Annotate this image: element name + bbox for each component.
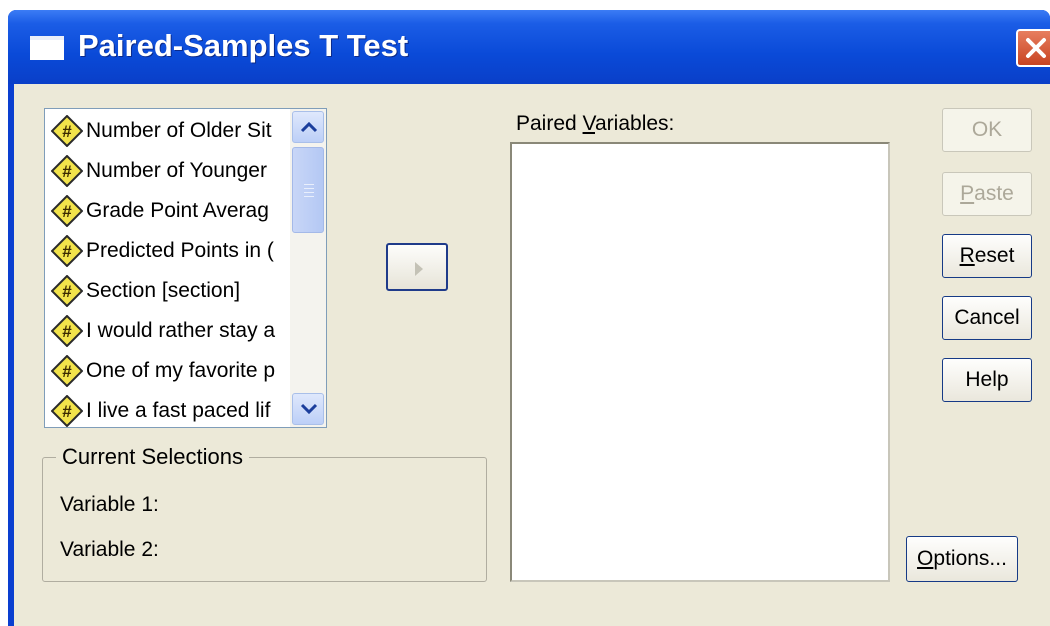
chevron-up-icon	[300, 121, 318, 133]
arrow-right-icon	[415, 262, 423, 276]
window-title: Paired-Samples T Test	[78, 28, 409, 63]
numeric-variable-icon: #	[51, 235, 83, 267]
svg-text:#: #	[62, 162, 72, 181]
variable-list-item-label: One of my favorite p	[86, 359, 276, 382]
variable-list-item-label: Number of Older Sit	[86, 119, 272, 142]
cancel-button[interactable]: Cancel	[942, 296, 1032, 340]
move-to-paired-button[interactable]	[386, 243, 448, 291]
scroll-down-button[interactable]	[292, 393, 324, 425]
close-icon	[1026, 38, 1046, 58]
variable-list-item[interactable]: # Section [section]	[45, 271, 290, 311]
svg-text:#: #	[62, 122, 72, 141]
svg-text:#: #	[62, 402, 72, 421]
numeric-variable-icon: #	[51, 395, 83, 427]
dialog-body: # Number of Older Sit # Number of Younger # G…	[14, 84, 1050, 626]
list-scrollbar[interactable]	[290, 109, 326, 427]
variable-list-item[interactable]: # I would rather stay a	[45, 311, 290, 351]
scroll-up-button[interactable]	[292, 111, 324, 143]
help-button[interactable]: Help	[942, 358, 1032, 402]
variable-1-label: Variable 1:	[60, 493, 159, 516]
variable-list-item[interactable]: # Grade Point Averag	[45, 191, 290, 231]
variable-list-item[interactable]: # Predicted Points in (	[45, 231, 290, 271]
variable-list-item-label: Predicted Points in (	[86, 239, 274, 262]
variable-list-item[interactable]: # Number of Older Sit	[45, 111, 290, 151]
variable-list-item-label: Number of Younger	[86, 159, 267, 182]
svg-text:#: #	[62, 282, 72, 301]
svg-text:#: #	[62, 362, 72, 381]
window-icon	[30, 36, 64, 60]
paired-variables-label: Paired Variables:	[516, 112, 675, 135]
current-selections-title: Current Selections	[56, 444, 249, 470]
numeric-variable-icon: #	[51, 155, 83, 187]
numeric-variable-icon: #	[51, 195, 83, 227]
variable-list-item[interactable]: # One of my favorite p	[45, 351, 290, 391]
paired-variables-list[interactable]	[510, 142, 890, 582]
svg-text:#: #	[62, 202, 72, 221]
title-bar[interactable]: Paired-Samples T Test	[8, 10, 1050, 84]
variable-list-item[interactable]: # I live a fast paced lif	[45, 391, 290, 427]
variable-list-item-label: I live a fast paced lif	[86, 399, 271, 422]
numeric-variable-icon: #	[51, 355, 83, 387]
numeric-variable-icon: #	[51, 115, 83, 147]
numeric-variable-icon: #	[51, 275, 83, 307]
variable-list-item-label: Grade Point Averag	[86, 199, 269, 222]
options-button[interactable]: Options...	[906, 536, 1018, 582]
close-button[interactable]	[1016, 29, 1050, 67]
variable-list-item[interactable]: # Number of Younger	[45, 151, 290, 191]
variable-2-label: Variable 2:	[60, 538, 159, 561]
ok-button[interactable]: OK	[942, 108, 1032, 152]
source-variable-list[interactable]: # Number of Older Sit # Number of Younger # G…	[44, 108, 327, 428]
variable-list-item-label: I would rather stay a	[86, 319, 276, 342]
svg-text:#: #	[62, 242, 72, 261]
scroll-thumb[interactable]	[292, 147, 324, 233]
variable-list-item-label: Section [section]	[86, 279, 241, 302]
numeric-variable-icon: #	[51, 315, 83, 347]
svg-text:#: #	[62, 322, 72, 341]
current-selections-group	[42, 457, 487, 582]
dialog-window: Paired-Samples T Test # Number of Older S…	[8, 10, 1050, 626]
paste-button[interactable]: Paste	[942, 172, 1032, 216]
reset-button[interactable]: Reset	[942, 234, 1032, 278]
chevron-down-icon	[300, 403, 318, 415]
